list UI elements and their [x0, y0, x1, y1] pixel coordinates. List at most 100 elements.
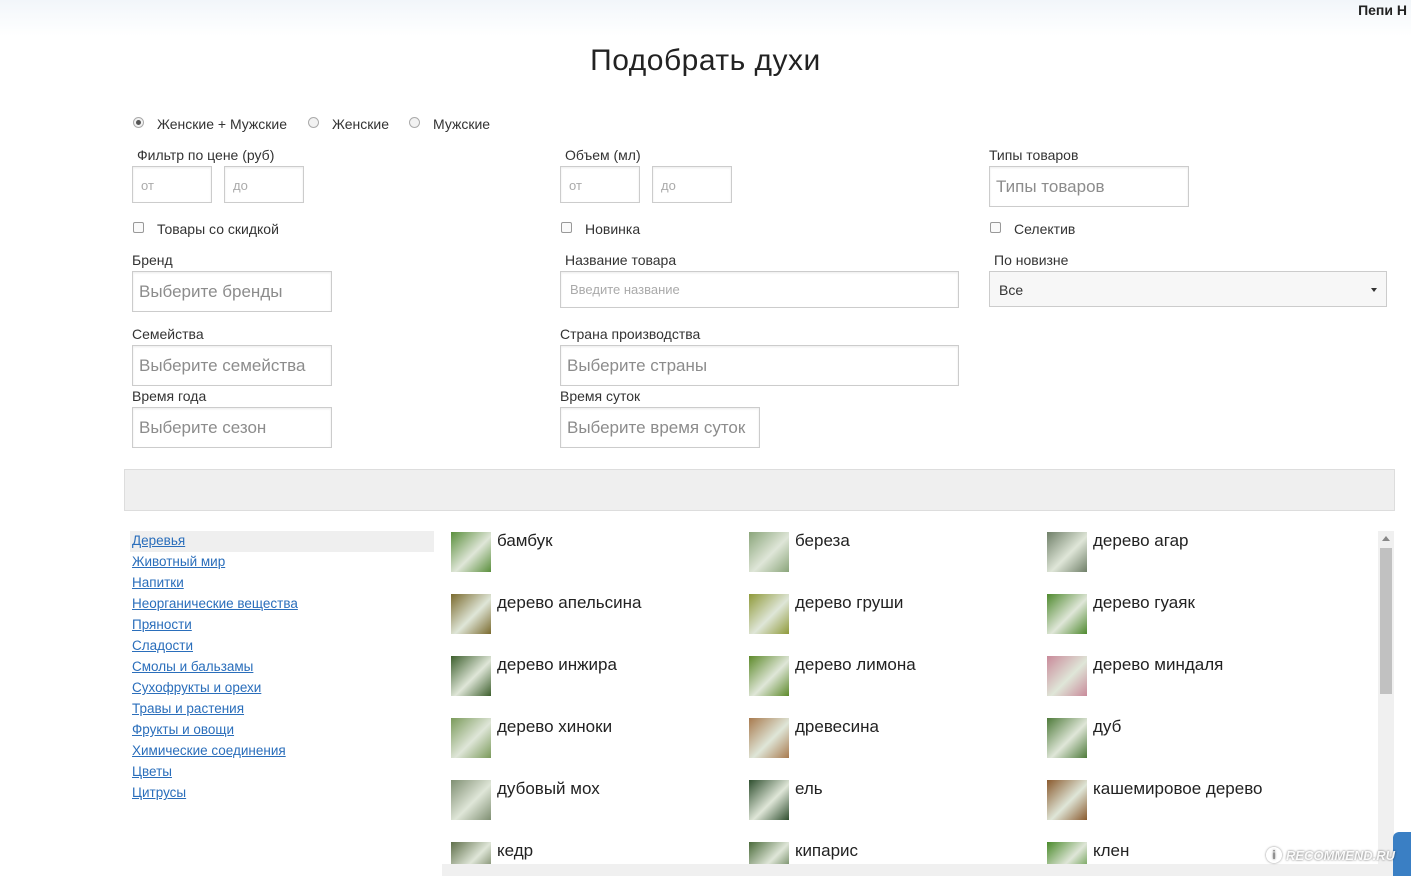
note-label[interactable]: древесина	[795, 717, 879, 737]
brand-label: Бренд	[132, 252, 173, 268]
country-placeholder: Выберите страны	[567, 356, 708, 375]
radio-women[interactable]	[308, 117, 319, 128]
category-link[interactable]: Цитрусы	[132, 785, 186, 800]
product-types-placeholder: Типы товаров	[996, 177, 1105, 196]
agar-tree-icon[interactable]	[1047, 532, 1087, 572]
watermark-logo-icon: i	[1266, 847, 1282, 863]
families-placeholder: Выберите семейства	[139, 356, 306, 375]
product-name-placeholder: Введите название	[570, 282, 680, 297]
category-link[interactable]: Цветы	[132, 764, 172, 779]
note-label[interactable]: клен	[1093, 841, 1129, 861]
note-label[interactable]: кедр	[497, 841, 533, 861]
volume-filter-label: Объем (мл)	[565, 147, 641, 163]
price-to-input[interactable]: до	[224, 166, 304, 203]
user-name[interactable]: Пепи Н	[1358, 2, 1407, 18]
novelty-label[interactable]: Новинка	[585, 221, 640, 237]
families-input[interactable]: Выберите семейства	[132, 345, 332, 386]
radio-both[interactable]	[133, 117, 144, 128]
novelty-checkbox[interactable]	[561, 222, 572, 233]
note-label[interactable]: дерево груши	[795, 593, 903, 613]
daytime-placeholder: Выберите время суток	[567, 418, 746, 437]
note-label[interactable]: дерево агар	[1093, 531, 1189, 551]
brand-input[interactable]: Выберите бренды	[132, 271, 332, 312]
note-label[interactable]: дуб	[1093, 717, 1121, 737]
note-label[interactable]: кашемировое дерево	[1093, 779, 1263, 799]
chevron-down-icon	[1371, 288, 1377, 292]
discount-checkbox[interactable]	[133, 222, 144, 233]
families-label: Семейства	[132, 326, 204, 342]
oakmoss-icon[interactable]	[451, 780, 491, 820]
note-label[interactable]: дубовый мох	[497, 779, 600, 799]
almond-tree-icon[interactable]	[1047, 656, 1087, 696]
category-link[interactable]: Деревья	[132, 533, 185, 548]
country-label: Страна производства	[560, 326, 701, 342]
category-link[interactable]: Сухофрукты и орехи	[132, 680, 261, 695]
top-bar	[0, 0, 1411, 36]
discount-label[interactable]: Товары со скидкой	[157, 221, 279, 237]
hinoki-tree-icon[interactable]	[451, 718, 491, 758]
note-label[interactable]: дерево хиноки	[497, 717, 612, 737]
category-link[interactable]: Смолы и бальзамы	[132, 659, 253, 674]
birch-icon[interactable]	[749, 532, 789, 572]
brand-placeholder: Выберите бренды	[139, 282, 283, 301]
scroll-up-arrow-icon[interactable]	[1382, 536, 1390, 541]
sort-novelty-select[interactable]: Все	[989, 271, 1387, 307]
category-link[interactable]: Сладости	[132, 638, 193, 653]
note-label[interactable]: дерево лимона	[795, 655, 916, 675]
country-input[interactable]: Выберите страны	[560, 345, 959, 386]
radio-men-label[interactable]: Мужские	[433, 116, 490, 132]
price-to-placeholder: до	[233, 178, 248, 193]
note-label[interactable]: дерево миндаля	[1093, 655, 1223, 675]
note-label[interactable]: дерево гуаяк	[1093, 593, 1195, 613]
volume-from-input[interactable]: от	[560, 166, 640, 203]
selective-checkbox[interactable]	[990, 222, 1001, 233]
category-link[interactable]: Пряности	[132, 617, 192, 632]
lemon-tree-icon[interactable]	[749, 656, 789, 696]
product-types-label: Типы товаров	[989, 147, 1079, 163]
spruce-icon[interactable]	[749, 780, 789, 820]
product-name-label: Название товара	[565, 252, 677, 268]
product-name-input[interactable]: Введите название	[560, 271, 959, 308]
note-label[interactable]: дерево инжира	[497, 655, 617, 675]
volume-to-input[interactable]: до	[652, 166, 732, 203]
results-bar	[124, 469, 1395, 511]
sort-novelty-label: По новизне	[994, 252, 1069, 268]
elephant-icon[interactable]	[1047, 780, 1087, 820]
note-label[interactable]: ель	[795, 779, 823, 799]
note-label[interactable]: береза	[795, 531, 850, 551]
price-from-placeholder: от	[141, 178, 154, 193]
bamboo-icon[interactable]	[451, 532, 491, 572]
oak-tree-icon[interactable]	[1047, 718, 1087, 758]
category-link[interactable]: Фрукты и овощи	[132, 722, 234, 737]
pear-tree-icon[interactable]	[749, 594, 789, 634]
guaiac-tree-icon[interactable]	[1047, 594, 1087, 634]
watermark-text: RECOMMEND.RU	[1286, 847, 1396, 863]
product-types-input[interactable]: Типы товаров	[989, 166, 1189, 207]
radio-men[interactable]	[409, 117, 420, 128]
category-link[interactable]: Химические соединения	[132, 743, 286, 758]
radio-women-label[interactable]: Женские	[332, 116, 389, 132]
volume-from-placeholder: от	[569, 178, 582, 193]
note-label[interactable]: бамбук	[497, 531, 553, 551]
note-label[interactable]: дерево апельсина	[497, 593, 641, 613]
page-title: Подобрать духи	[590, 44, 821, 77]
wood-logs-icon[interactable]	[749, 718, 789, 758]
fig-tree-icon[interactable]	[451, 656, 491, 696]
sort-novelty-value: Все	[999, 282, 1024, 298]
category-link[interactable]: Животный мир	[132, 554, 225, 569]
category-link[interactable]: Травы и растения	[132, 701, 244, 716]
category-link[interactable]: Напитки	[132, 575, 184, 590]
horizontal-scrollbar[interactable]	[442, 864, 1378, 876]
price-from-input[interactable]: от	[132, 166, 212, 203]
category-link[interactable]: Неорганические вещества	[132, 596, 298, 611]
watermark: i RECOMMEND.RU	[1262, 842, 1401, 868]
orange-tree-icon[interactable]	[451, 594, 491, 634]
season-label: Время года	[132, 388, 207, 404]
radio-both-label[interactable]: Женские + Мужские	[157, 116, 287, 132]
daytime-input[interactable]: Выберите время суток	[560, 407, 760, 448]
notes-scrollbar-thumb[interactable]	[1380, 548, 1392, 694]
note-label[interactable]: кипарис	[795, 841, 858, 861]
selective-label[interactable]: Селектив	[1014, 221, 1075, 237]
season-input[interactable]: Выберите сезон	[132, 407, 332, 448]
price-filter-label: Фильтр по цене (руб)	[137, 147, 275, 163]
